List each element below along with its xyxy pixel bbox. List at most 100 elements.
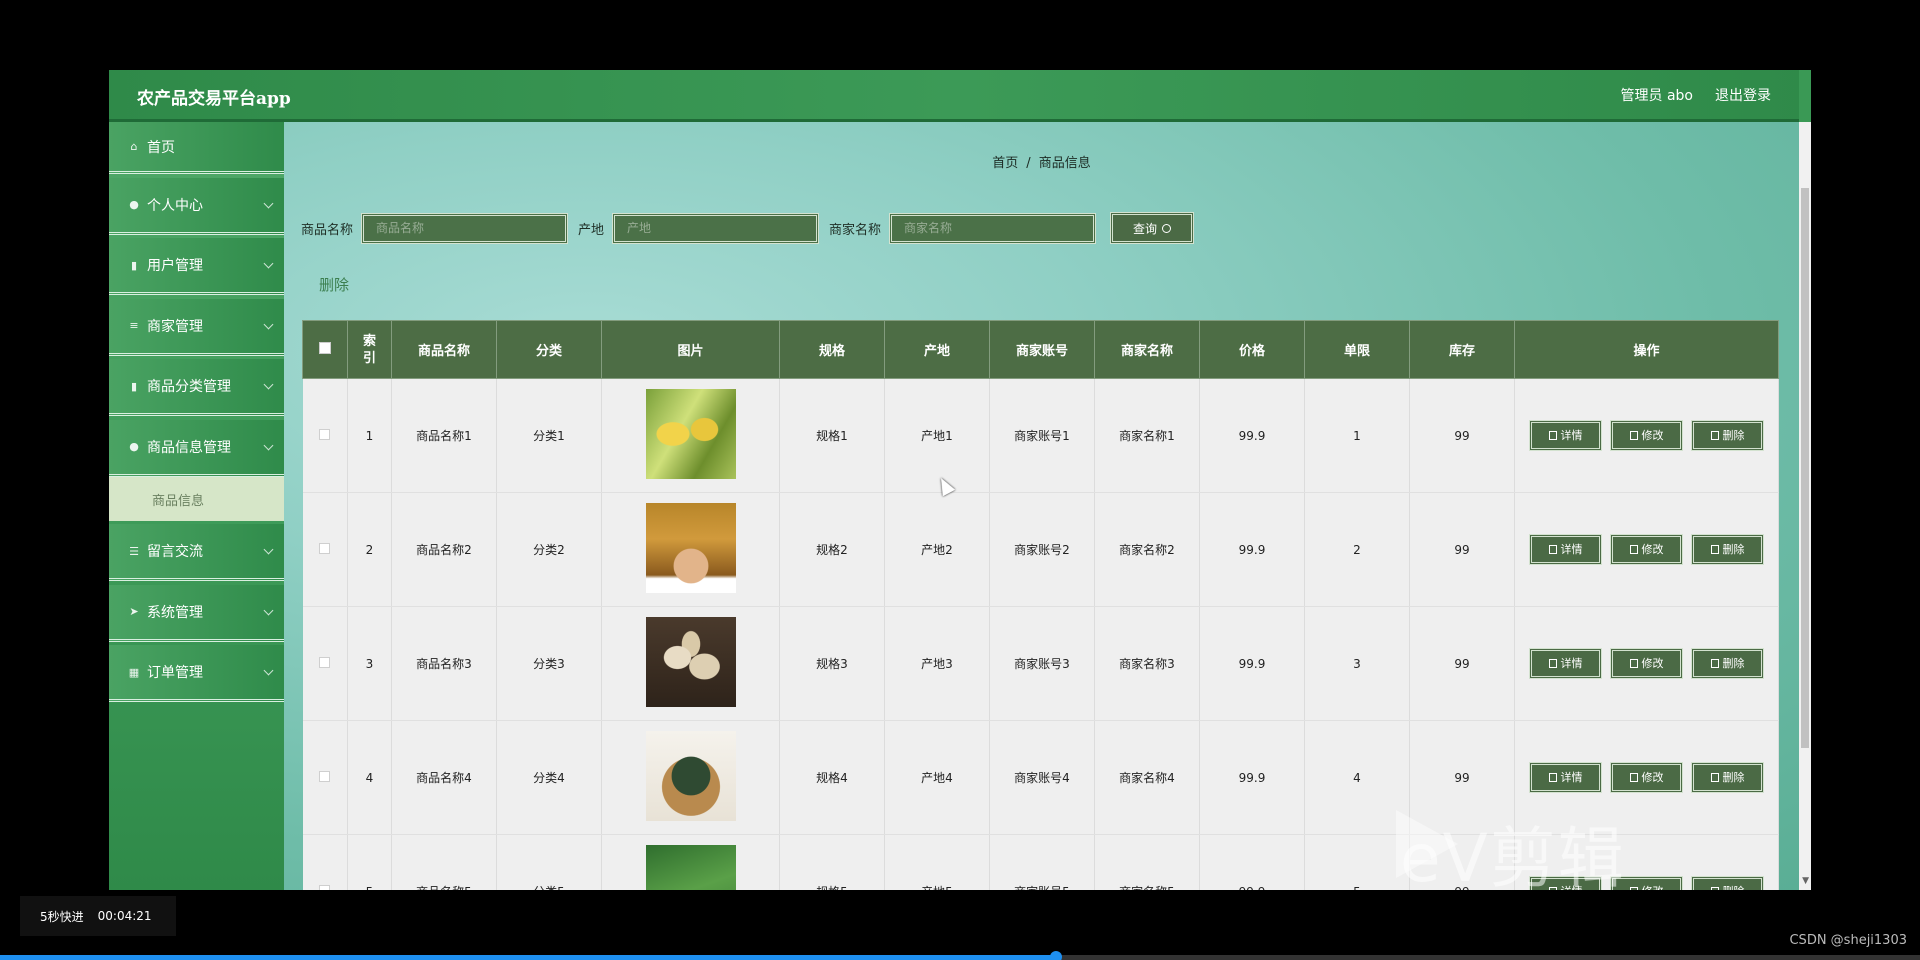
edit-button[interactable]: 修改	[1610, 534, 1683, 565]
delete-button[interactable]: 删除	[1691, 534, 1764, 565]
product-image-corn	[645, 389, 736, 479]
cell-spec: 规格2	[779, 492, 885, 607]
cell-price: 99.9	[1199, 834, 1305, 890]
row-select-cell[interactable]	[302, 492, 348, 607]
header-account: 商家账号	[989, 320, 1095, 379]
batch-delete-link[interactable]: 删除	[319, 274, 349, 295]
table-row: 3 商品名称3 分类3 规格3 产地3 商家账号3 商家名称3 99.9 3 99 详情 修改 删除	[302, 606, 1779, 721]
logout-link[interactable]: 退出登录	[1715, 85, 1771, 105]
cell-category: 分类1	[496, 378, 602, 493]
name-label: 商品名称	[301, 222, 354, 238]
select-all-cell[interactable]	[302, 320, 348, 379]
cell-index: 4	[347, 720, 392, 835]
screen: 农产品交易平台app 管理员 abo 退出登录 ⌂ 首页 ● 个人中心 ▮ 用户管理 ≡ 商家…	[0, 0, 1920, 960]
cell-price: 99.9	[1199, 720, 1305, 835]
header-category: 分类	[496, 320, 602, 379]
trash-icon	[1710, 431, 1719, 440]
sidebar-item-6[interactable]: ☰ 留言交流	[109, 524, 284, 581]
edit-button[interactable]: 修改	[1610, 420, 1683, 451]
chevron-down-icon	[263, 319, 274, 329]
row-select-cell[interactable]	[302, 834, 348, 890]
cell-origin: 产地3	[884, 606, 990, 721]
sidebar-item-2[interactable]: ▮ 用户管理	[109, 238, 284, 295]
detail-button[interactable]: 详情	[1529, 648, 1602, 679]
cell-price: 99.9	[1199, 492, 1305, 607]
sidebar-item-4[interactable]: ▮ 商品分类管理	[109, 359, 284, 416]
table-row: 1 商品名称1 分类1 规格1 产地1 商家账号1 商家名称1 99.9 1 99 详情 修改 删除	[302, 378, 1779, 493]
chevron-down-icon	[263, 379, 274, 390]
detail-button[interactable]: 详情	[1529, 534, 1602, 565]
row-select-cell[interactable]	[302, 378, 348, 493]
header-origin: 产地	[884, 320, 990, 379]
pencil-icon	[1629, 659, 1638, 668]
sidebar-subitem-product-info[interactable]: 商品信息	[109, 477, 284, 521]
merchant-search-input[interactable]	[889, 212, 1097, 244]
detail-button[interactable]: 详情	[1529, 420, 1602, 451]
pencil-icon	[1629, 431, 1638, 440]
cell-account: 商家账号3	[989, 606, 1095, 721]
grid-icon: ▦	[128, 665, 140, 679]
origin-search-input[interactable]	[612, 212, 820, 244]
row-select-cell[interactable]	[302, 720, 348, 835]
sidebar-item-label: 系统管理	[147, 604, 203, 621]
cell-image	[601, 492, 780, 607]
delete-button[interactable]: 删除	[1691, 762, 1764, 793]
breadcrumb-home[interactable]: 首页	[992, 156, 1018, 171]
delete-button[interactable]: 删除	[1691, 420, 1764, 451]
row-checkbox[interactable]	[319, 884, 331, 890]
product-image-grain	[645, 503, 736, 593]
sidebar-item-7[interactable]: ➤ 系统管理	[109, 584, 284, 642]
chevron-down-icon	[263, 544, 274, 555]
admin-label: 管理员 abo	[1620, 88, 1693, 104]
delete-button[interactable]: 删除	[1691, 648, 1764, 679]
edit-button[interactable]: 修改	[1610, 648, 1683, 679]
sliders-icon: ≡	[129, 319, 139, 332]
sidebar-item-5[interactable]: ● 商品信息管理	[109, 419, 284, 477]
header-merchant: 商家名称	[1094, 320, 1200, 379]
delete-button-label: 删除	[1722, 543, 1745, 556]
cell-actions: 详情 修改 删除	[1514, 606, 1779, 721]
sidebar-item-3[interactable]: ≡ 商家管理	[109, 298, 284, 356]
app-window: 农产品交易平台app 管理员 abo 退出登录 ⌂ 首页 ● 个人中心 ▮ 用户管理 ≡ 商家…	[109, 70, 1811, 890]
row-checkbox[interactable]	[319, 656, 331, 668]
progress-knob[interactable]	[1050, 951, 1062, 960]
cell-origin: 产地2	[884, 492, 990, 607]
cell-category: 分类4	[496, 720, 602, 835]
row-checkbox[interactable]	[319, 770, 331, 782]
row-checkbox[interactable]	[319, 428, 331, 440]
table-row: 2 商品名称2 分类2 规格2 产地2 商家账号2 商家名称2 99.9 2 99 详情 修改 删除	[302, 492, 1779, 607]
cell-index: 5	[347, 834, 392, 890]
user-icon: ●	[129, 440, 139, 453]
trash-icon	[1710, 887, 1719, 890]
chevron-down-icon	[263, 605, 274, 615]
sidebar-item-label: 订单管理	[147, 665, 203, 681]
vertical-scrollbar[interactable]: ▼	[1799, 122, 1811, 890]
name-search-input[interactable]	[361, 212, 569, 244]
chevron-down-icon	[263, 440, 274, 450]
select-all-checkbox[interactable]	[319, 341, 331, 354]
query-button[interactable]: 查询	[1110, 212, 1195, 244]
breadcrumb: 首页 / 商品信息	[284, 152, 1799, 171]
cell-stock: 99	[1409, 606, 1515, 721]
scroll-down-arrow-icon[interactable]: ▼	[1802, 876, 1809, 886]
trash-icon	[1710, 545, 1719, 554]
edit-button[interactable]: 修改	[1610, 762, 1683, 793]
cell-spec: 规格1	[779, 378, 885, 493]
pencil-icon	[1629, 887, 1638, 890]
sidebar-item-0[interactable]: ⌂ 首页	[109, 122, 284, 174]
sidebar-item-8[interactable]: ▦ 订单管理	[109, 645, 284, 702]
detail-button-label: 详情	[1560, 543, 1583, 556]
header-index: 索引	[347, 320, 392, 379]
sidebar-item-1[interactable]: ● 个人中心	[109, 177, 284, 235]
row-checkbox[interactable]	[319, 542, 331, 554]
delete-button[interactable]: 删除	[1691, 876, 1764, 890]
cell-limit: 2	[1304, 492, 1410, 607]
cell-limit: 1	[1304, 378, 1410, 493]
scrollbar-thumb[interactable]	[1801, 188, 1809, 748]
sidebar: ⌂ 首页 ● 个人中心 ▮ 用户管理 ≡ 商家管理 ▮ 商品分类管理 ● 商品信息管理 商品信息 ☰ 留言交…	[109, 122, 284, 890]
row-select-cell[interactable]	[302, 606, 348, 721]
detail-button[interactable]: 详情	[1529, 762, 1602, 793]
cell-index: 1	[347, 378, 392, 493]
cell-index: 2	[347, 492, 392, 607]
sidebar-item-label: 首页	[147, 139, 175, 156]
